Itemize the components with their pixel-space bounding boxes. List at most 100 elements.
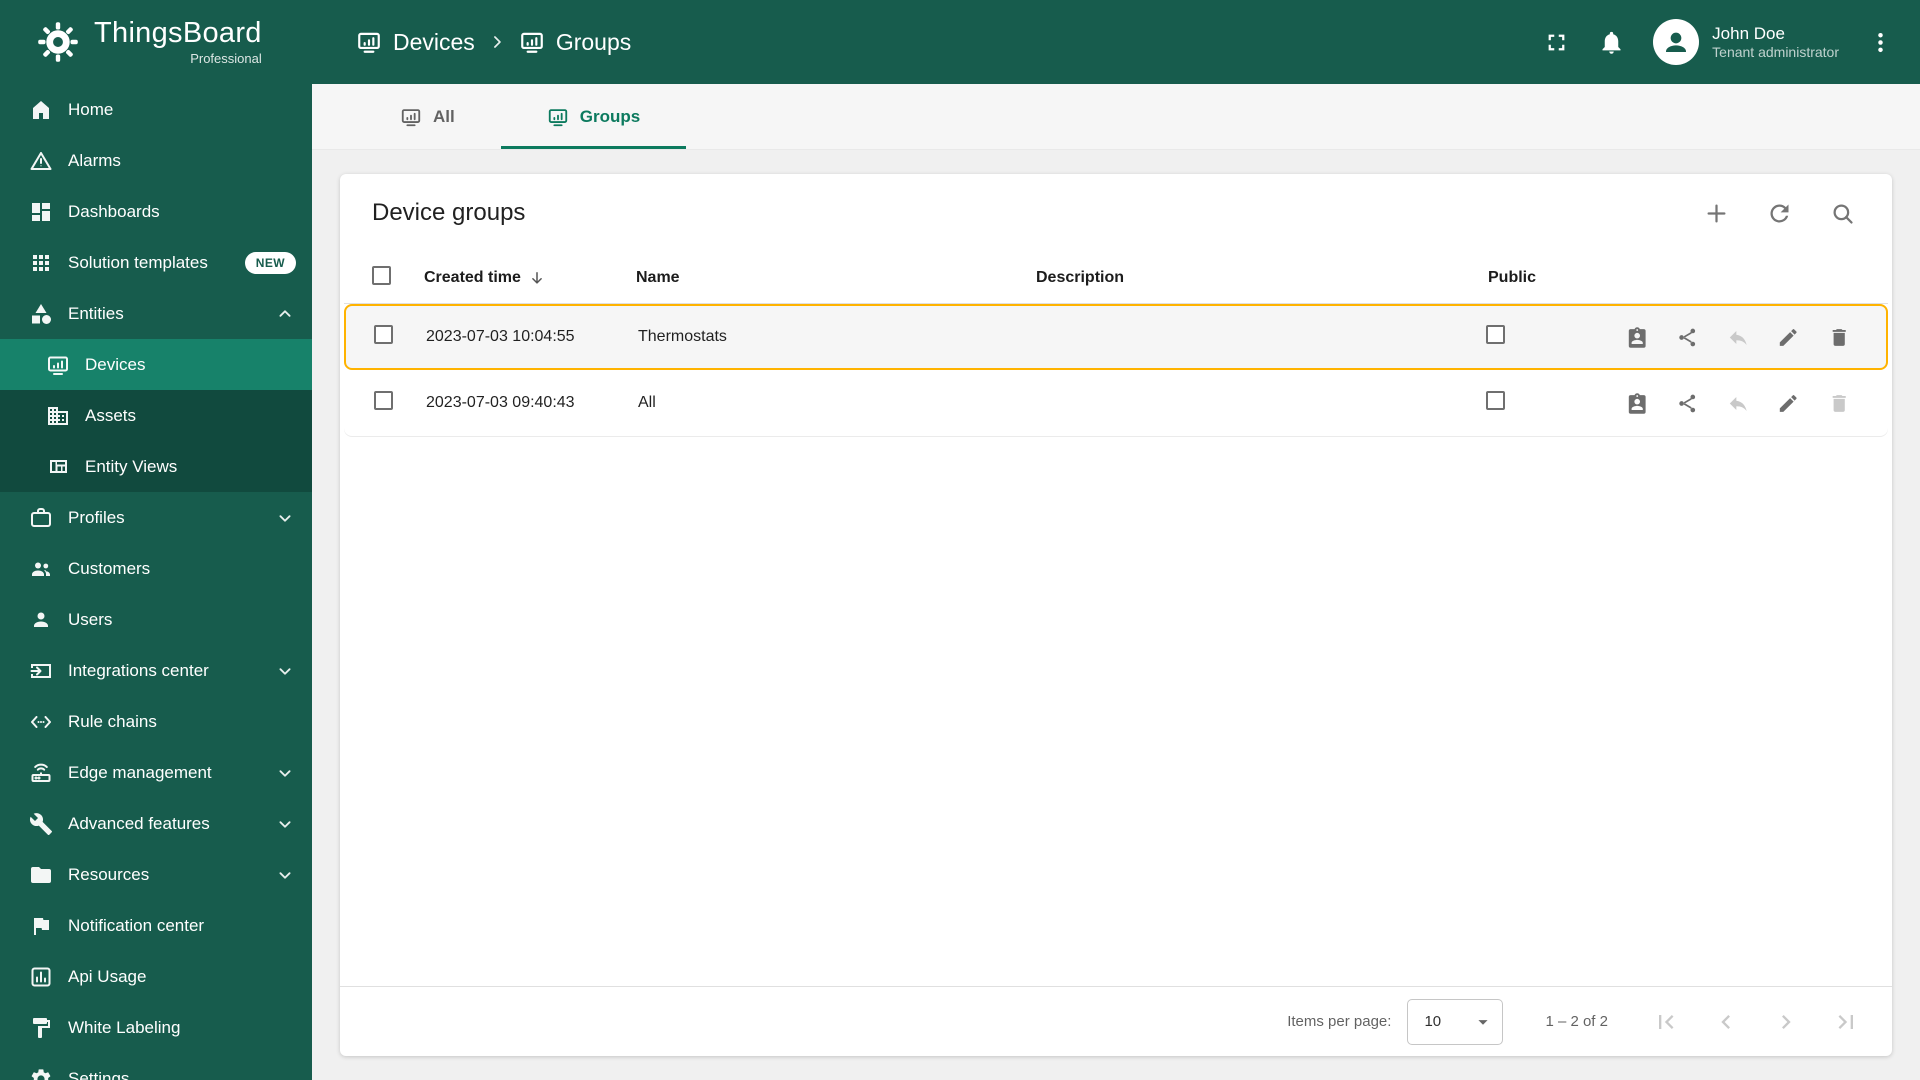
viewquilt-icon — [46, 455, 70, 479]
logo-text: ThingsBoard Professional — [94, 18, 262, 66]
sidebar-item-integrations-center[interactable]: Integrations center — [0, 645, 312, 696]
table-row-thermostats[interactable]: 2023-07-03 10:04:55 Thermostats — [344, 304, 1888, 370]
devices-icon — [356, 29, 382, 55]
tab-all[interactable]: All — [354, 84, 501, 149]
thingsboard-logo-icon — [36, 20, 80, 64]
sidebar-item-assets[interactable]: Assets — [0, 390, 312, 441]
manage-group-users-button[interactable] — [1626, 391, 1648, 416]
devices-icon — [400, 106, 422, 128]
sidebar-item-label: Home — [68, 99, 114, 119]
briefcase-icon — [29, 506, 53, 530]
sidebar-item-users[interactable]: Users — [0, 594, 312, 645]
sidebar-item-profiles[interactable]: Profiles — [0, 492, 312, 543]
table-row-all[interactable]: 2023-07-03 09:40:43 All — [344, 370, 1888, 436]
sidebar-item-home[interactable]: Home — [0, 84, 312, 135]
sidebar-item-dashboards[interactable]: Dashboards — [0, 186, 312, 237]
page-size-select[interactable]: 10 — [1407, 998, 1504, 1045]
devices-icon — [46, 353, 70, 377]
share-group-button[interactable] — [1676, 391, 1698, 416]
sidebar-item-entity-views[interactable]: Entity Views — [0, 441, 312, 492]
notifications-icon[interactable] — [1598, 29, 1625, 56]
user-role: Tenant administrator — [1712, 43, 1839, 60]
sidebar-item-white-labeling[interactable]: White Labeling — [0, 1002, 312, 1053]
sidebar-item-alarms[interactable]: Alarms — [0, 135, 312, 186]
edit-group-button[interactable] — [1777, 325, 1799, 350]
cell-created-time: 2023-07-03 10:04:55 — [426, 328, 575, 345]
column-public[interactable]: Public — [1468, 269, 1628, 287]
dashboard-icon — [29, 200, 53, 224]
person-icon — [29, 608, 53, 632]
people-icon — [29, 557, 53, 581]
share-group-button[interactable] — [1676, 325, 1698, 350]
chevron-down-icon — [274, 813, 296, 835]
sidebar-item-edge-management[interactable]: Edge management — [0, 747, 312, 798]
sidebar-item-solution-templates[interactable]: Solution templates NEW — [0, 237, 312, 288]
edit-group-button[interactable] — [1777, 391, 1799, 416]
warning-icon — [29, 149, 53, 173]
breadcrumb-groups-label: Groups — [555, 28, 632, 55]
row-checkbox[interactable] — [374, 325, 393, 344]
card-header: Device groups — [340, 174, 1892, 252]
add-group-button[interactable] — [1703, 200, 1730, 227]
row-actions — [1626, 325, 1886, 350]
chevron-down-icon — [274, 660, 296, 682]
new-badge: NEW — [244, 251, 296, 274]
sidebar-item-label: Rule chains — [68, 711, 157, 731]
sidebar-item-label: Notification center — [68, 915, 205, 935]
column-description[interactable]: Description — [1020, 269, 1468, 287]
sidebar-item-customers[interactable]: Customers — [0, 543, 312, 594]
manage-group-users-button[interactable] — [1626, 325, 1648, 350]
sidebar-item-advanced-features[interactable]: Advanced features — [0, 798, 312, 849]
user-menu[interactable]: John Doe Tenant administrator — [1653, 19, 1839, 65]
sidebar-item-label: Assets — [85, 405, 137, 425]
delete-group-button[interactable] — [1828, 325, 1850, 350]
breadcrumb-devices[interactable]: Devices — [356, 29, 475, 56]
refresh-button[interactable] — [1766, 200, 1793, 227]
cell-created-time: 2023-07-03 09:40:43 — [426, 394, 575, 411]
sidebar-item-label: Integrations center — [68, 660, 209, 680]
public-checkbox[interactable] — [1486, 325, 1505, 344]
sidebar-item-api-usage[interactable]: Api Usage — [0, 951, 312, 1002]
sidebar-item-entities[interactable]: Entities — [0, 288, 312, 339]
sidebar-item-rule-chains[interactable]: Rule chains — [0, 696, 312, 747]
breadcrumb-devices-label: Devices — [393, 28, 475, 55]
tab-groups[interactable]: Groups — [500, 84, 687, 149]
row-actions — [1626, 391, 1886, 416]
column-created-time[interactable]: Created time — [408, 269, 620, 287]
table-body: 2023-07-03 10:04:55 Thermostats 2023-07-03… — [340, 304, 1892, 436]
sidebar-item-label: Dashboards — [68, 201, 160, 221]
sidebar-item-label: Entity Views — [85, 456, 178, 476]
flag-icon — [29, 914, 53, 938]
row-checkbox[interactable] — [374, 391, 393, 410]
column-name[interactable]: Name — [620, 269, 1020, 287]
sidebar-item-label: Settings — [68, 1068, 130, 1080]
page-size-value: 10 — [1424, 1013, 1442, 1030]
more-menu-icon[interactable] — [1867, 29, 1894, 56]
make-group-private-button — [1727, 391, 1749, 416]
sidebar-item-resources[interactable]: Resources — [0, 849, 312, 900]
breadcrumb-separator-icon — [487, 32, 507, 52]
app-edition: Professional — [190, 50, 262, 66]
search-button[interactable] — [1829, 200, 1856, 227]
make-group-private-button — [1727, 325, 1749, 350]
user-info: John Doe Tenant administrator — [1712, 23, 1839, 62]
gear-icon — [29, 1067, 53, 1080]
first-page-button — [1652, 1008, 1680, 1036]
chevron-down-icon — [274, 864, 296, 886]
sidebar-item-label: Edge management — [68, 762, 212, 782]
user-name: John Doe — [1712, 23, 1785, 43]
previous-page-button — [1712, 1008, 1740, 1036]
sidebar-item-label: Users — [68, 609, 113, 629]
app-logo[interactable]: ThingsBoard Professional — [0, 18, 312, 66]
public-checkbox[interactable] — [1486, 391, 1505, 410]
sidebar-item-settings[interactable]: Settings — [0, 1053, 312, 1080]
table-empty-space — [340, 436, 1892, 986]
fullscreen-icon[interactable] — [1543, 29, 1570, 56]
sort-desc-icon — [528, 269, 546, 287]
sidebar-item-notification-center[interactable]: Notification center — [0, 900, 312, 951]
select-all-checkbox[interactable] — [372, 265, 391, 285]
sidebar-item-label: Profiles — [68, 507, 125, 527]
sidebar-item-devices[interactable]: Devices — [0, 339, 312, 390]
home-icon — [29, 98, 53, 122]
cell-name: Thermostats — [638, 328, 727, 345]
